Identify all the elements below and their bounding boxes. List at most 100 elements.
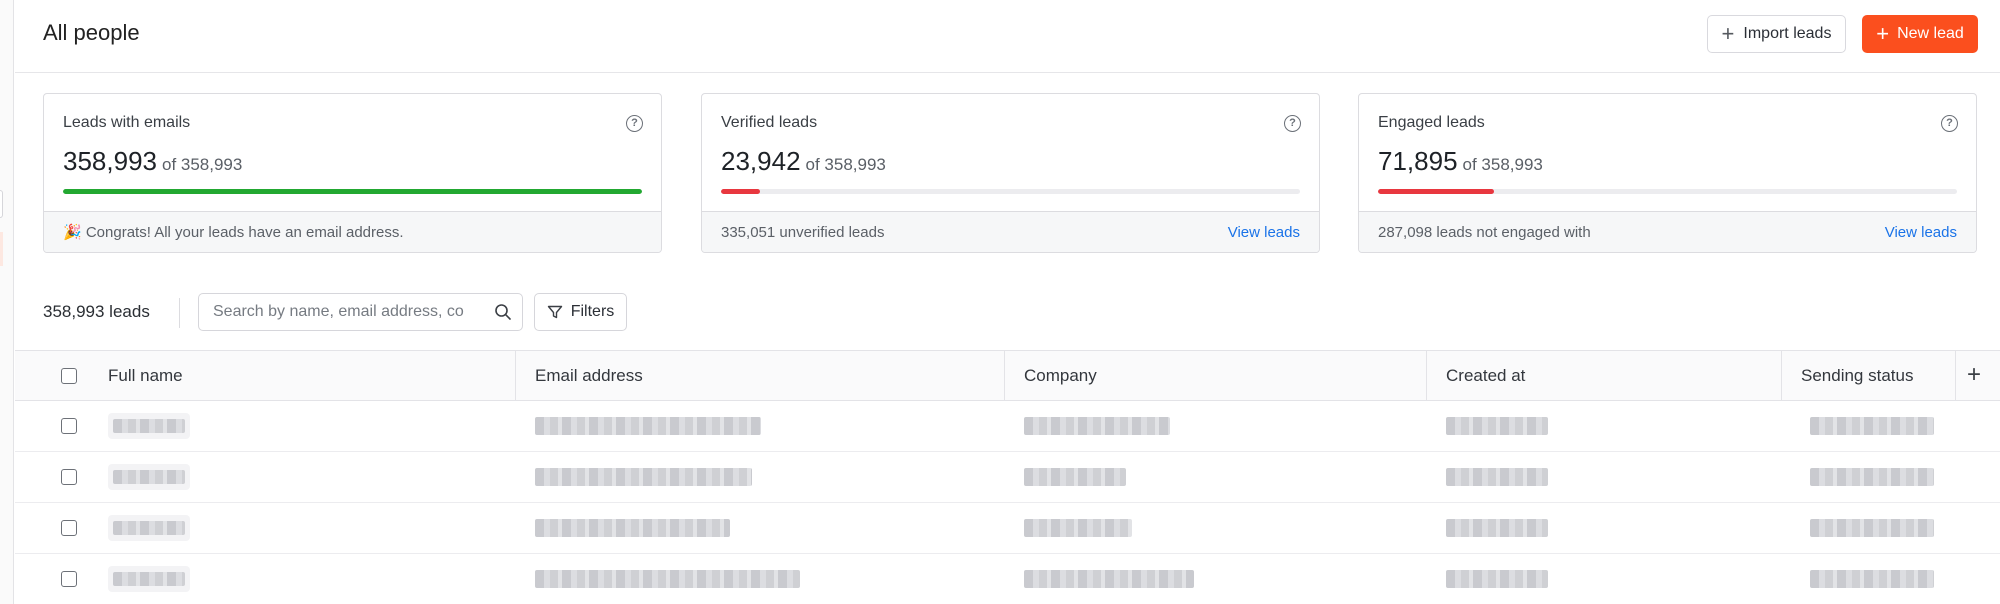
new-lead-button[interactable]: + New lead: [1862, 15, 1978, 53]
created-at-cell: [1446, 452, 1548, 502]
sending-status-cell: [1810, 554, 1934, 604]
company-cell: [1024, 554, 1194, 604]
plus-icon: +: [1876, 21, 1890, 46]
table-row[interactable]: [15, 401, 2000, 452]
card-title: Engaged leads: [1378, 114, 1485, 131]
select-all-checkbox[interactable]: [61, 367, 77, 384]
progress-bar: [1378, 189, 1957, 194]
redacted-text: [113, 470, 185, 484]
column-header-sending-status[interactable]: Sending status: [1801, 351, 1913, 400]
full-name-cell: [108, 452, 190, 502]
redacted-text: [1810, 468, 1934, 486]
created-at-cell: [1446, 503, 1548, 553]
redacted-text: [113, 521, 185, 535]
created-at-cell: [1446, 401, 1548, 451]
progress-fill: [1378, 189, 1494, 194]
row-checkbox[interactable]: [61, 418, 77, 434]
company-cell: [1024, 401, 1170, 451]
metric-row: 71,895 of 358,993: [1378, 146, 1543, 177]
metric-row: 23,942 of 358,993: [721, 146, 886, 177]
progress-fill: [721, 189, 760, 194]
card-title: Leads with emails: [63, 114, 191, 131]
full-name-redacted: [108, 413, 190, 439]
column-header-label: Company: [1024, 365, 1097, 385]
view-leads-link[interactable]: View leads: [1885, 224, 1957, 241]
view-leads-link[interactable]: View leads: [1228, 224, 1300, 241]
import-leads-label: Import leads: [1743, 25, 1832, 42]
metric-value: 71,895: [1378, 146, 1458, 176]
help-icon[interactable]: ?: [1284, 115, 1301, 132]
card-footer-text: 🎉 Congrats! All your leads have an email…: [63, 224, 404, 241]
column-header-label: Email address: [535, 365, 643, 385]
card-footer: 🎉 Congrats! All your leads have an email…: [44, 211, 661, 252]
redacted-text: [535, 570, 800, 588]
column-header-company[interactable]: Company: [1024, 351, 1097, 400]
redacted-text: [1446, 417, 1548, 435]
import-leads-button[interactable]: + Import leads: [1707, 15, 1846, 53]
page-title: All people: [43, 20, 140, 45]
table-header-row: Full name Email address Company Created …: [15, 350, 2000, 401]
row-select-cell: [61, 554, 77, 604]
full-name-cell: [108, 401, 190, 451]
table-row[interactable]: [15, 503, 2000, 554]
redacted-text: [113, 419, 185, 433]
full-name-cell: [108, 503, 190, 553]
redacted-text: [1446, 570, 1548, 588]
full-name-redacted: [108, 566, 190, 592]
row-select-cell: [61, 452, 77, 502]
row-checkbox[interactable]: [61, 571, 77, 587]
column-resizer[interactable]: [1004, 351, 1005, 400]
rail-collapse-handle[interactable]: [0, 190, 3, 218]
metric-row: 358,993 of 358,993: [63, 146, 242, 177]
column-resizer[interactable]: [1781, 351, 1782, 400]
main-content: All people + Import leads + New lead Lea…: [15, 0, 2000, 604]
search-input[interactable]: [200, 295, 480, 329]
column-header-created-at[interactable]: Created at: [1446, 351, 1525, 400]
redacted-text: [1810, 519, 1934, 537]
redacted-text: [535, 417, 761, 435]
add-column-plus-icon[interactable]: +: [1967, 363, 1981, 387]
column-resizer[interactable]: [1426, 351, 1427, 400]
redacted-text: [1024, 570, 1194, 588]
progress-fill: [63, 189, 642, 194]
email-cell: [535, 503, 730, 553]
row-checkbox[interactable]: [61, 469, 77, 485]
search-icon[interactable]: [494, 303, 512, 321]
redacted-text: [1810, 570, 1934, 588]
card-footer-text: 287,098 leads not engaged with: [1378, 223, 1591, 241]
lead-count: 358,993 leads: [43, 302, 150, 321]
rail-active-indicator: [0, 232, 3, 266]
toolbar-divider: [179, 298, 180, 328]
company-cell: [1024, 452, 1126, 502]
redacted-text: [1024, 519, 1132, 537]
stat-card-engaged-leads: Engaged leads ? 71,895 of 358,993 287,09…: [1358, 93, 1977, 253]
card-footer: 287,098 leads not engaged with View lead…: [1359, 211, 1976, 252]
help-icon[interactable]: ?: [1941, 115, 1958, 132]
column-header-email[interactable]: Email address: [535, 351, 643, 400]
redacted-text: [1024, 417, 1170, 435]
column-header-full-name[interactable]: Full name: [108, 351, 183, 400]
card-footer: 335,051 unverified leads View leads: [702, 211, 1319, 252]
plus-icon: +: [1721, 21, 1735, 46]
card-title: Verified leads: [721, 114, 818, 131]
select-all-cell: [61, 351, 77, 400]
row-checkbox[interactable]: [61, 520, 77, 536]
stat-card-verified-leads: Verified leads ? 23,942 of 358,993 335,0…: [701, 93, 1320, 253]
full-name-redacted: [108, 515, 190, 541]
email-cell: [535, 554, 800, 604]
column-header-label: Sending status: [1801, 365, 1914, 385]
table-row[interactable]: [15, 452, 2000, 503]
progress-bar: [63, 189, 642, 194]
metric-total: of 358,993: [1462, 155, 1543, 174]
column-resizer: [1955, 351, 1956, 400]
column-resizer[interactable]: [515, 351, 516, 400]
table-toolbar: 358,993 leads Filters: [43, 293, 2000, 333]
filters-button[interactable]: Filters: [534, 293, 627, 331]
company-cell: [1024, 503, 1132, 553]
leads-table: Full name Email address Company Created …: [15, 350, 2000, 604]
table-row[interactable]: [15, 554, 2000, 604]
sending-status-cell: [1810, 452, 1934, 502]
redacted-text: [535, 519, 730, 537]
help-icon[interactable]: ?: [626, 115, 643, 132]
redacted-text: [1810, 417, 1934, 435]
